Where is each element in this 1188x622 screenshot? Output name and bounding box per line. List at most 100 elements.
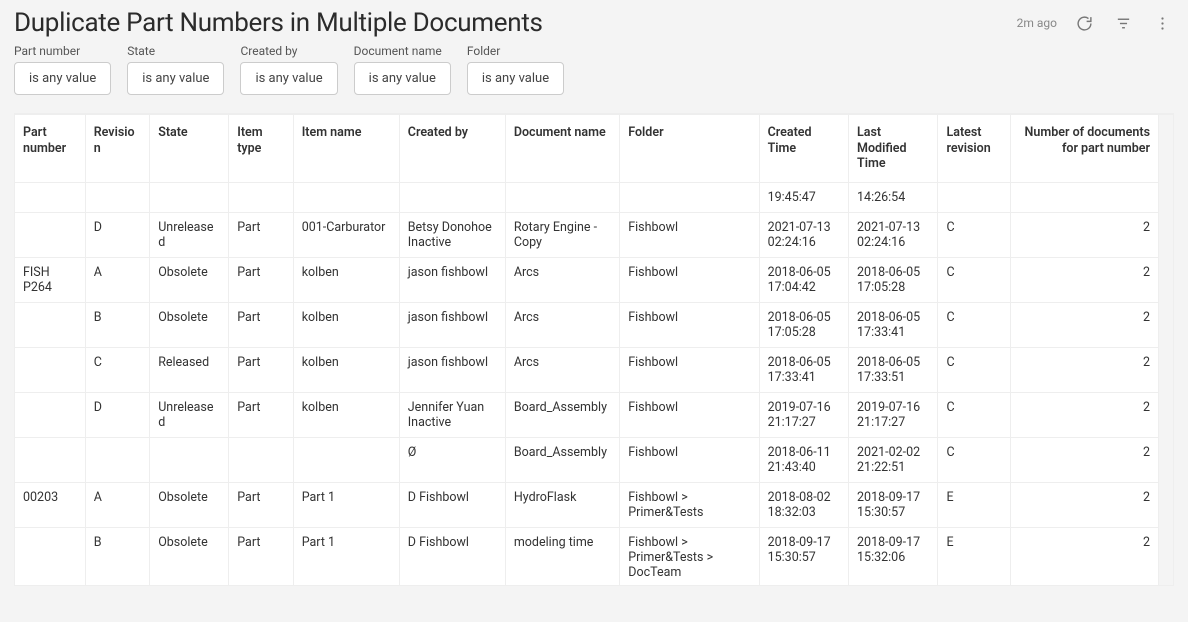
cell-doc: Rotary Engine - Copy <box>506 213 620 258</box>
cell-latest: C <box>938 258 1011 303</box>
cell-num <box>1011 183 1159 213</box>
cell-doc: modeling time <box>506 528 620 586</box>
cell-folder: Fishbowl <box>620 303 759 348</box>
cell-num: 2 <box>1011 303 1159 348</box>
col-created-by[interactable]: Created by <box>400 115 506 183</box>
cell-name: kolben <box>294 348 400 393</box>
cell-state: Obsolete <box>150 258 229 303</box>
filter-document-name[interactable]: is any value <box>354 62 451 95</box>
cell-state: Released <box>150 348 229 393</box>
cell-state: Unreleased <box>150 393 229 438</box>
cell-rev <box>86 438 150 483</box>
cell-rev: D <box>86 213 150 258</box>
filter-created-by[interactable]: is any value <box>240 62 337 95</box>
cell-name <box>294 438 400 483</box>
cell-folder: Fishbowl <box>620 348 759 393</box>
cell-latest: E <box>938 528 1011 586</box>
cell-folder: Fishbowl <box>620 213 759 258</box>
col-item-type[interactable]: Item type <box>229 115 293 183</box>
filter-folder[interactable]: is any value <box>467 62 564 95</box>
table-row[interactable]: BObsoletePartPart 1D Fishbowlmodeling ti… <box>15 528 1159 586</box>
filter-label-part-number: Part number <box>14 44 111 58</box>
cell-by <box>400 183 506 213</box>
cell-latest: C <box>938 348 1011 393</box>
table-row[interactable]: FISH P264AObsoletePartkolbenjason fishbo… <box>15 258 1159 303</box>
cell-by: jason fishbowl <box>400 348 506 393</box>
cell-type: Part <box>229 528 293 586</box>
cell-latest: C <box>938 438 1011 483</box>
cell-latest <box>938 183 1011 213</box>
cell-folder: Fishbowl > Primer&Tests <box>620 483 759 528</box>
cell-state: Obsolete <box>150 483 229 528</box>
cell-modified: 2018-06-05 17:33:41 <box>849 303 938 348</box>
cell-type: Part <box>229 393 293 438</box>
table-row[interactable]: 00203AObsoletePartPart 1D FishbowlHydroF… <box>15 483 1159 528</box>
filter-icon[interactable] <box>1112 12 1135 35</box>
cell-modified: 2018-09-17 15:32:06 <box>849 528 938 586</box>
cell-name <box>294 183 400 213</box>
cell-name: Part 1 <box>294 528 400 586</box>
filter-state[interactable]: is any value <box>127 62 224 95</box>
cell-part <box>15 183 86 213</box>
cell-part <box>15 528 86 586</box>
cell-num: 2 <box>1011 213 1159 258</box>
col-folder[interactable]: Folder <box>620 115 759 183</box>
cell-doc: Board_Assembly <box>506 438 620 483</box>
cell-by: Betsy Donohoe Inactive <box>400 213 506 258</box>
cell-modified: 2019-07-16 21:17:27 <box>849 393 938 438</box>
last-refresh-timestamp: 2m ago <box>1017 16 1057 30</box>
cell-by: jason fishbowl <box>400 303 506 348</box>
cell-doc: Board_Assembly <box>506 393 620 438</box>
cell-num: 2 <box>1011 348 1159 393</box>
col-document-name[interactable]: Document name <box>506 115 620 183</box>
col-revision[interactable]: Revision <box>86 115 150 183</box>
cell-part: FISH P264 <box>15 258 86 303</box>
filter-part-number[interactable]: is any value <box>14 62 111 95</box>
cell-by: Jennifer Yuan Inactive <box>400 393 506 438</box>
cell-num: 2 <box>1011 528 1159 586</box>
table-row[interactable]: CReleasedPartkolbenjason fishbowlArcsFis… <box>15 348 1159 393</box>
cell-type: Part <box>229 483 293 528</box>
table-row[interactable]: BObsoletePartkolbenjason fishbowlArcsFis… <box>15 303 1159 348</box>
col-part-number[interactable]: Part number <box>15 115 86 183</box>
cell-num: 2 <box>1011 483 1159 528</box>
table-row[interactable]: 19:45:4714:26:54 <box>15 183 1159 213</box>
refresh-icon[interactable] <box>1073 12 1096 35</box>
cell-type: Part <box>229 303 293 348</box>
table-row[interactable]: DUnreleasedPart001-CarburatorBetsy Donoh… <box>15 213 1159 258</box>
cell-created: 2018-06-05 17:04:42 <box>760 258 849 303</box>
col-last-modified-time[interactable]: Last Modified Time <box>849 115 938 183</box>
cell-folder: Fishbowl <box>620 438 759 483</box>
col-state[interactable]: State <box>150 115 229 183</box>
cell-by: Ø <box>400 438 506 483</box>
cell-type <box>229 183 293 213</box>
cell-rev: C <box>86 348 150 393</box>
cell-latest: C <box>938 213 1011 258</box>
cell-doc: Arcs <box>506 258 620 303</box>
cell-modified: 14:26:54 <box>849 183 938 213</box>
col-created-time[interactable]: Created Time <box>760 115 849 183</box>
cell-by: D Fishbowl <box>400 528 506 586</box>
toolbar: 2m ago <box>1017 12 1174 35</box>
col-item-name[interactable]: Item name <box>294 115 400 183</box>
cell-created: 2021-07-13 02:24:16 <box>760 213 849 258</box>
cell-state <box>150 183 229 213</box>
cell-created: 2018-06-11 21:43:40 <box>760 438 849 483</box>
cell-folder: Fishbowl > Primer&Tests > DocTeam <box>620 528 759 586</box>
cell-part <box>15 213 86 258</box>
more-icon[interactable] <box>1151 12 1174 35</box>
cell-rev: B <box>86 303 150 348</box>
cell-type: Part <box>229 348 293 393</box>
col-latest-revision[interactable]: Latest revision <box>938 115 1011 183</box>
cell-latest: C <box>938 393 1011 438</box>
cell-folder: Fishbowl <box>620 393 759 438</box>
cell-state: Obsolete <box>150 303 229 348</box>
table-row[interactable]: ØBoard_AssemblyFishbowl2018-06-11 21:43:… <box>15 438 1159 483</box>
table-row[interactable]: DUnreleasedPartkolbenJennifer Yuan Inact… <box>15 393 1159 438</box>
cell-folder: Fishbowl <box>620 258 759 303</box>
table-scroll[interactable]: Part number Revision State Item type Ite… <box>14 114 1174 586</box>
col-number-of-documents[interactable]: Number of documents for part number <box>1011 115 1159 183</box>
filter-label-created-by: Created by <box>240 44 337 58</box>
cell-rev: D <box>86 393 150 438</box>
cell-part <box>15 303 86 348</box>
